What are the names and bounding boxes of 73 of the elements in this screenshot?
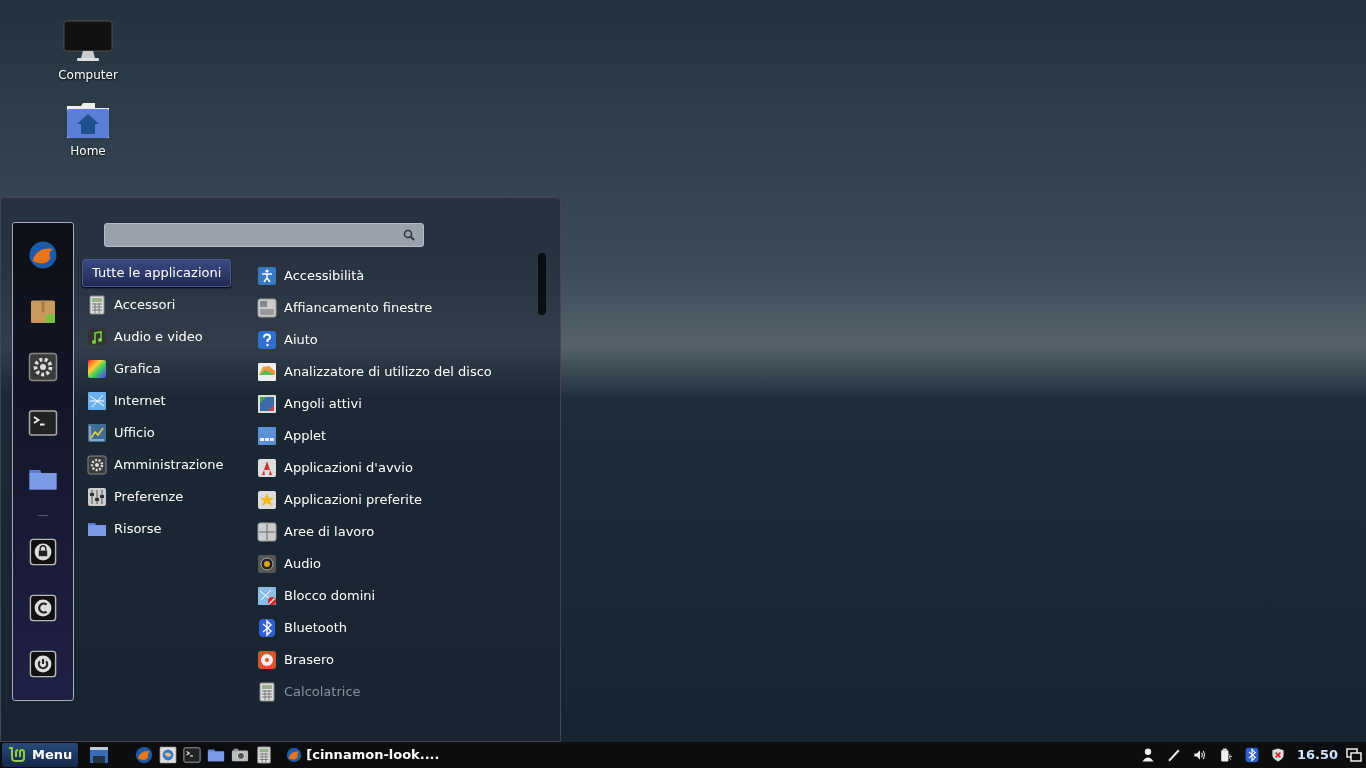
panel-launcher[interactable] <box>158 745 179 765</box>
blocked-network-icon <box>257 586 277 606</box>
application-item[interactable]: Applet <box>257 420 530 452</box>
speaker-icon <box>257 554 277 574</box>
desktop-icon-label[interactable]: Home <box>70 142 106 160</box>
category-item[interactable]: Risorse <box>82 515 247 543</box>
category-item[interactable]: Preferenze <box>82 483 247 511</box>
application-item[interactable]: Brasero <box>257 644 530 676</box>
monitor-icon <box>63 20 113 64</box>
menu-button[interactable]: Menu <box>2 743 79 767</box>
power-icon <box>29 650 57 678</box>
gear-icon <box>87 455 107 475</box>
category-item[interactable]: Amministrazione <box>82 451 247 479</box>
application-item[interactable]: Aiuto <box>257 324 530 356</box>
category-item[interactable]: Internet <box>82 387 247 415</box>
terminal-icon <box>183 746 202 764</box>
mail-bird-icon <box>159 746 178 764</box>
panel-launcher[interactable] <box>182 745 203 765</box>
workspace-grid-icon <box>257 522 277 542</box>
globe-fox-icon <box>135 746 154 764</box>
desktop-icon-label[interactable]: Computer <box>58 66 118 84</box>
mint-logo-icon <box>8 747 26 763</box>
gear-icon <box>28 352 58 382</box>
category-item[interactable]: Grafica <box>82 355 247 383</box>
shield-icon <box>1269 747 1286 763</box>
application-item[interactable]: Analizzatore di utilizzo del disco <box>257 356 530 388</box>
camera-icon <box>231 746 250 764</box>
show-desktop-button[interactable] <box>88 745 111 765</box>
scrollbar-thumb[interactable] <box>538 253 546 315</box>
workspace-switcher-icon[interactable] <box>1346 748 1362 762</box>
application-item[interactable]: Bluetooth <box>257 612 530 644</box>
panel-applet-icon <box>257 426 277 446</box>
chart-icon <box>87 423 107 443</box>
application-item[interactable]: Affiancamento finestre <box>257 292 530 324</box>
calculator-icon <box>257 682 277 702</box>
application-item[interactable]: Aree di lavoro <box>257 516 530 548</box>
calculator-icon <box>255 746 274 764</box>
calculator-icon <box>87 295 107 315</box>
disk-chart-icon <box>257 362 277 382</box>
accessibility-icon <box>257 266 277 286</box>
screen-corners-icon <box>257 394 277 414</box>
category-item[interactable]: Tutte le applicazioni <box>82 259 232 287</box>
network-icon <box>87 391 107 411</box>
window-tiles-icon <box>257 298 277 318</box>
window-list-button[interactable]: [cinnamon-look.... <box>286 744 440 766</box>
category-item[interactable]: Ufficio <box>82 419 247 447</box>
bluetooth-icon <box>1243 747 1260 763</box>
lock-icon <box>29 538 57 566</box>
category-item[interactable]: Accessori <box>82 291 247 319</box>
bluetooth-icon <box>257 618 277 638</box>
globe-fox-icon <box>28 240 58 270</box>
search-icon <box>403 229 415 241</box>
application-item[interactable]: Applicazioni d'avvio <box>257 452 530 484</box>
globe-fox-icon <box>286 747 303 763</box>
application-item[interactable]: Accessibilità <box>257 260 530 292</box>
application-item[interactable]: Angoli attivi <box>257 388 530 420</box>
panel-launcher[interactable] <box>134 745 155 765</box>
application-item[interactable]: Calcolatrice <box>257 676 530 708</box>
desktop-icon <box>89 746 110 764</box>
disc-burner-icon <box>257 650 277 670</box>
terminal-icon <box>28 408 58 438</box>
application-item[interactable]: Applicazioni preferite <box>257 484 530 516</box>
application-item[interactable]: Blocco domini <box>257 580 530 612</box>
logout-icon <box>29 594 57 622</box>
application-item[interactable]: Audio <box>257 548 530 580</box>
rocket-icon <box>257 458 277 478</box>
color-wheel-icon <box>87 359 107 379</box>
clock[interactable]: 16.50 <box>1296 745 1338 765</box>
category-item[interactable]: Audio e video <box>82 323 247 351</box>
search-field[interactable] <box>104 223 424 247</box>
music-note-icon <box>87 327 107 347</box>
help-icon <box>257 330 277 350</box>
sliders-icon <box>87 487 107 507</box>
